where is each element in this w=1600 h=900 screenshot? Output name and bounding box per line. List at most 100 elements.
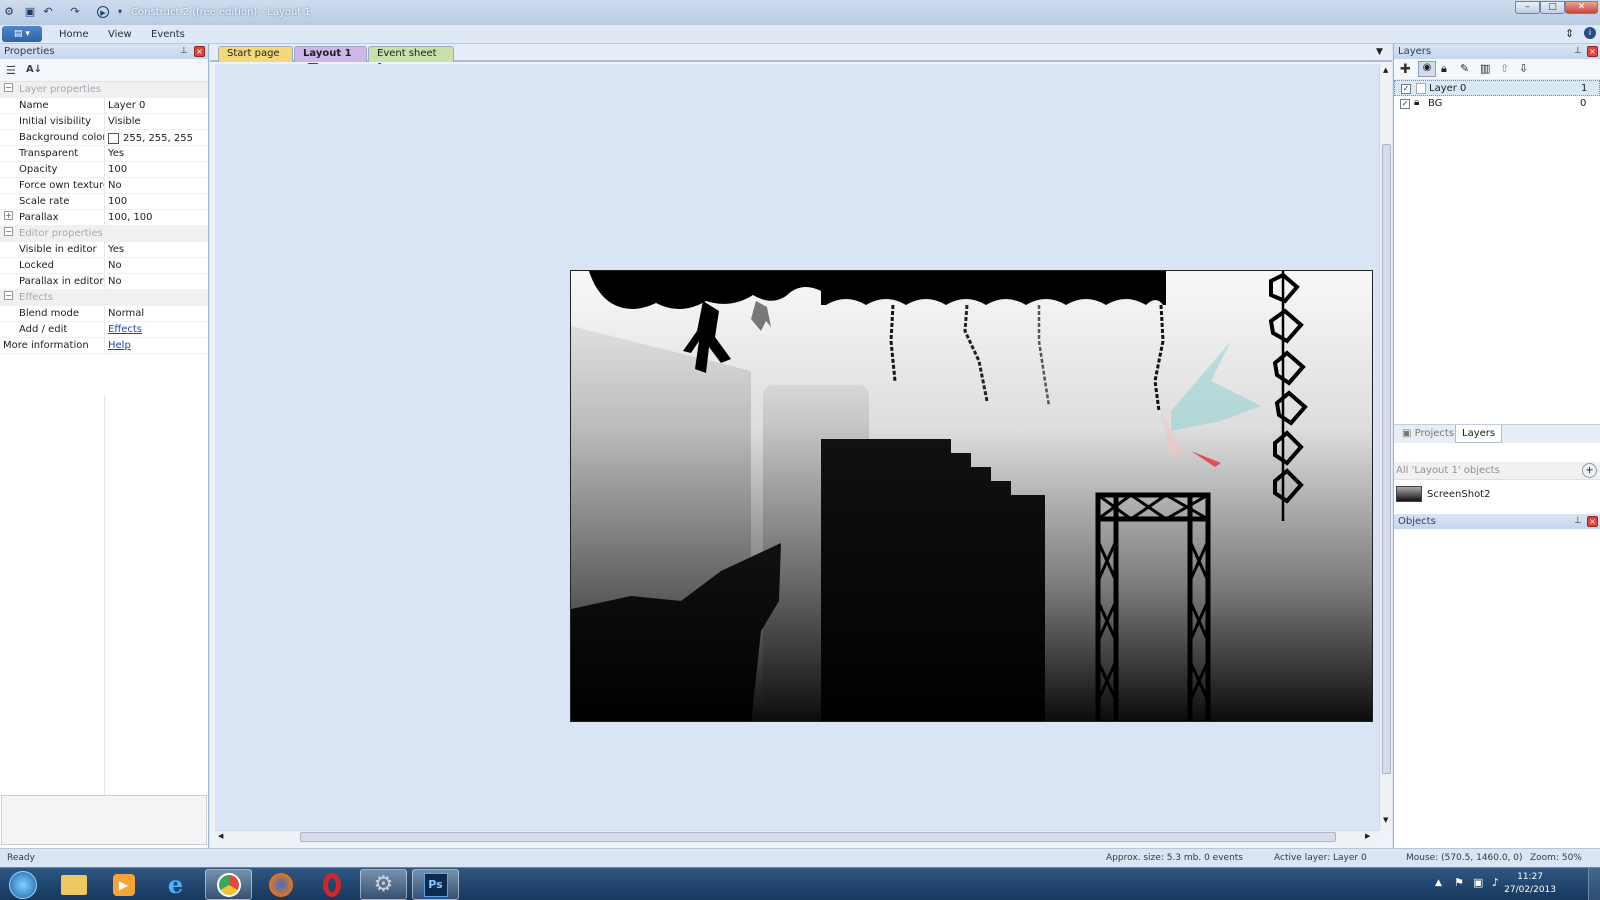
layer-row-layer-0[interactable]: ✓ Layer 0 1 [1394, 80, 1600, 96]
tab-layout-1[interactable]: Layout 1× [294, 46, 367, 73]
layout-scene-screenshot[interactable] [570, 270, 1373, 722]
delete-layer-icon[interactable]: ▥ [1480, 62, 1490, 75]
tab-start-page[interactable]: Start page [218, 46, 293, 62]
layer-visible-checkbox[interactable]: ✓ [1401, 84, 1411, 94]
minimize-button[interactable]: – [1515, 1, 1540, 14]
expand-icon[interactable]: + [4, 211, 13, 220]
taskbar-ie[interactable]: e [152, 869, 199, 900]
collapse-icon[interactable]: − [4, 227, 13, 236]
quick-access-dropdown-icon[interactable]: ▾ [114, 6, 126, 18]
lock-icon[interactable]: 🔒︎ [1441, 62, 1447, 76]
objects-filter-label[interactable]: All 'Layout 1' objects [1396, 465, 1500, 476]
property-force-own-texture[interactable]: Force own texture No [0, 178, 208, 194]
edit-layer-icon[interactable]: ✎ [1460, 62, 1469, 75]
status-size: Approx. size: 5.3 mb. 0 events [1106, 853, 1243, 863]
start-button[interactable] [2, 869, 44, 900]
property-transparent[interactable]: Transparent Yes [0, 146, 208, 162]
property-blend-mode[interactable]: Blend mode Normal [0, 306, 208, 322]
layer-row-bg[interactable]: ✓ 🔒︎ BG 0 [1394, 96, 1600, 112]
tab-list-dropdown-icon[interactable]: ▼ [1376, 47, 1383, 57]
collapse-icon[interactable]: − [4, 291, 13, 300]
property-parallax[interactable]: + Parallax 100, 100 [0, 210, 208, 226]
redo-icon[interactable]: ↷ [69, 6, 81, 18]
tab-layers[interactable]: Layers [1455, 425, 1503, 443]
property-name[interactable]: Name Layer 0 [0, 98, 208, 114]
taskbar-firefox[interactable] [257, 869, 304, 900]
categorized-view-icon[interactable]: ☰ [6, 64, 16, 77]
scroll-left-icon[interactable]: ◀ [218, 832, 223, 840]
vertical-scroll-thumb[interactable] [1382, 144, 1391, 774]
move-down-icon[interactable]: ⇩ [1519, 62, 1528, 75]
visibility-icon[interactable]: ◉ [1418, 61, 1436, 77]
clock-date: 27/02/2013 [1504, 885, 1556, 895]
layout-canvas[interactable] [215, 64, 1379, 830]
collapse-icon[interactable]: − [4, 83, 13, 92]
collapse-ribbon-icon[interactable]: ⇕ [1565, 27, 1574, 40]
category-effects[interactable]: − Effects [0, 290, 208, 306]
property-locked[interactable]: Locked No [0, 258, 208, 274]
unlocked-icon[interactable] [1416, 83, 1426, 94]
network-icon[interactable]: ▣ [1473, 876, 1483, 889]
maximize-button[interactable]: □ [1540, 1, 1565, 14]
add-object-icon[interactable]: + [1582, 463, 1597, 478]
layer-visible-checkbox[interactable]: ✓ [1400, 99, 1410, 109]
app-menu-button[interactable]: ▤ ▾ [2, 26, 42, 42]
chrome-icon [216, 872, 241, 897]
property-add-edit[interactable]: Add / edit Effects [0, 322, 208, 338]
pin-icon[interactable]: ⊥ [1574, 46, 1582, 56]
taskbar-chrome[interactable] [205, 869, 252, 900]
horizontal-scrollbar[interactable]: ◀ ▶ [215, 830, 1379, 843]
property-visible-in-editor[interactable]: Visible in editor Yes [0, 242, 208, 258]
ribbon-bar: ▤ ▾ Home View Events ⇕ i [0, 25, 1600, 44]
effects-link[interactable]: Effects [108, 324, 142, 335]
add-layer-icon[interactable]: ✚ [1400, 62, 1411, 77]
scroll-down-icon[interactable]: ▼ [1383, 816, 1388, 824]
horizontal-scroll-thumb[interactable] [300, 832, 1336, 842]
move-up-icon[interactable]: ⇧ [1500, 62, 1509, 75]
taskbar-photoshop[interactable]: Ps [412, 869, 459, 900]
sort-alphabetical-icon[interactable]: A↓ [26, 64, 42, 75]
object-item-screenshot2[interactable]: ScreenShot2 [1396, 486, 1596, 504]
taskbar-opera[interactable] [308, 869, 355, 900]
tab-event-sheet-1[interactable]: Event sheet 1 [368, 46, 454, 73]
system-clock[interactable]: 11:27 27/02/2013 [1504, 871, 1556, 897]
property-parallax-in-editor[interactable]: Parallax in editor No [0, 274, 208, 290]
close-window-button[interactable]: ✕ [1565, 1, 1598, 14]
right-panels: Layers ⊥ × ✚ ◉ 🔒︎ ✎ ▥ ⇧ ⇩ ✓ Layer 0 1 ✓ … [1393, 44, 1600, 848]
close-panel-icon[interactable]: × [1587, 46, 1598, 57]
save-icon[interactable]: ▣ [24, 6, 36, 18]
scroll-up-icon[interactable]: ▲ [1383, 66, 1388, 74]
locked-icon[interactable]: 🔒︎ [1414, 97, 1419, 108]
ribbon-tab-home[interactable]: Home [59, 29, 89, 40]
layers-header: Layers ⊥ × [1394, 44, 1600, 59]
scroll-right-icon[interactable]: ▶ [1365, 832, 1370, 840]
property-background-color[interactable]: Background color 255, 255, 255 [0, 130, 208, 146]
close-panel-icon[interactable]: × [1587, 516, 1598, 527]
show-desktop-button[interactable] [1588, 868, 1600, 900]
taskbar-explorer[interactable] [50, 869, 97, 900]
undo-icon[interactable]: ↶ [42, 6, 54, 18]
color-swatch[interactable] [108, 133, 119, 144]
construct-app-icon[interactable]: ⚙ [3, 6, 15, 18]
category-layer-properties[interactable]: − Layer properties [0, 82, 208, 98]
close-panel-icon[interactable]: × [194, 46, 205, 57]
pin-icon[interactable]: ⊥ [180, 46, 188, 56]
property-initial-visibility[interactable]: Initial visibility Visible [0, 114, 208, 130]
vertical-scrollbar[interactable]: ▲ ▼ [1379, 64, 1392, 830]
run-layout-icon[interactable]: ▶ [97, 6, 109, 18]
tray-expand-icon[interactable]: ▲ [1435, 878, 1442, 888]
tab-projects[interactable]: ▣ Projects [1396, 425, 1460, 443]
property-more-information[interactable]: More information Help [0, 338, 208, 354]
ribbon-tab-events[interactable]: Events [151, 29, 185, 40]
pin-icon[interactable]: ⊥ [1574, 516, 1582, 526]
taskbar-media-player[interactable]: ▶ [100, 869, 147, 900]
property-scale-rate[interactable]: Scale rate 100 [0, 194, 208, 210]
taskbar-construct[interactable]: ⚙ [360, 869, 407, 900]
volume-icon[interactable]: ♪ [1492, 876, 1499, 889]
info-icon[interactable]: i [1584, 27, 1596, 39]
action-center-flag-icon[interactable]: ⚑ [1454, 876, 1464, 889]
category-editor-properties[interactable]: − Editor properties [0, 226, 208, 242]
help-link[interactable]: Help [108, 340, 131, 351]
ribbon-tab-view[interactable]: View [108, 29, 132, 40]
property-opacity[interactable]: Opacity 100 [0, 162, 208, 178]
